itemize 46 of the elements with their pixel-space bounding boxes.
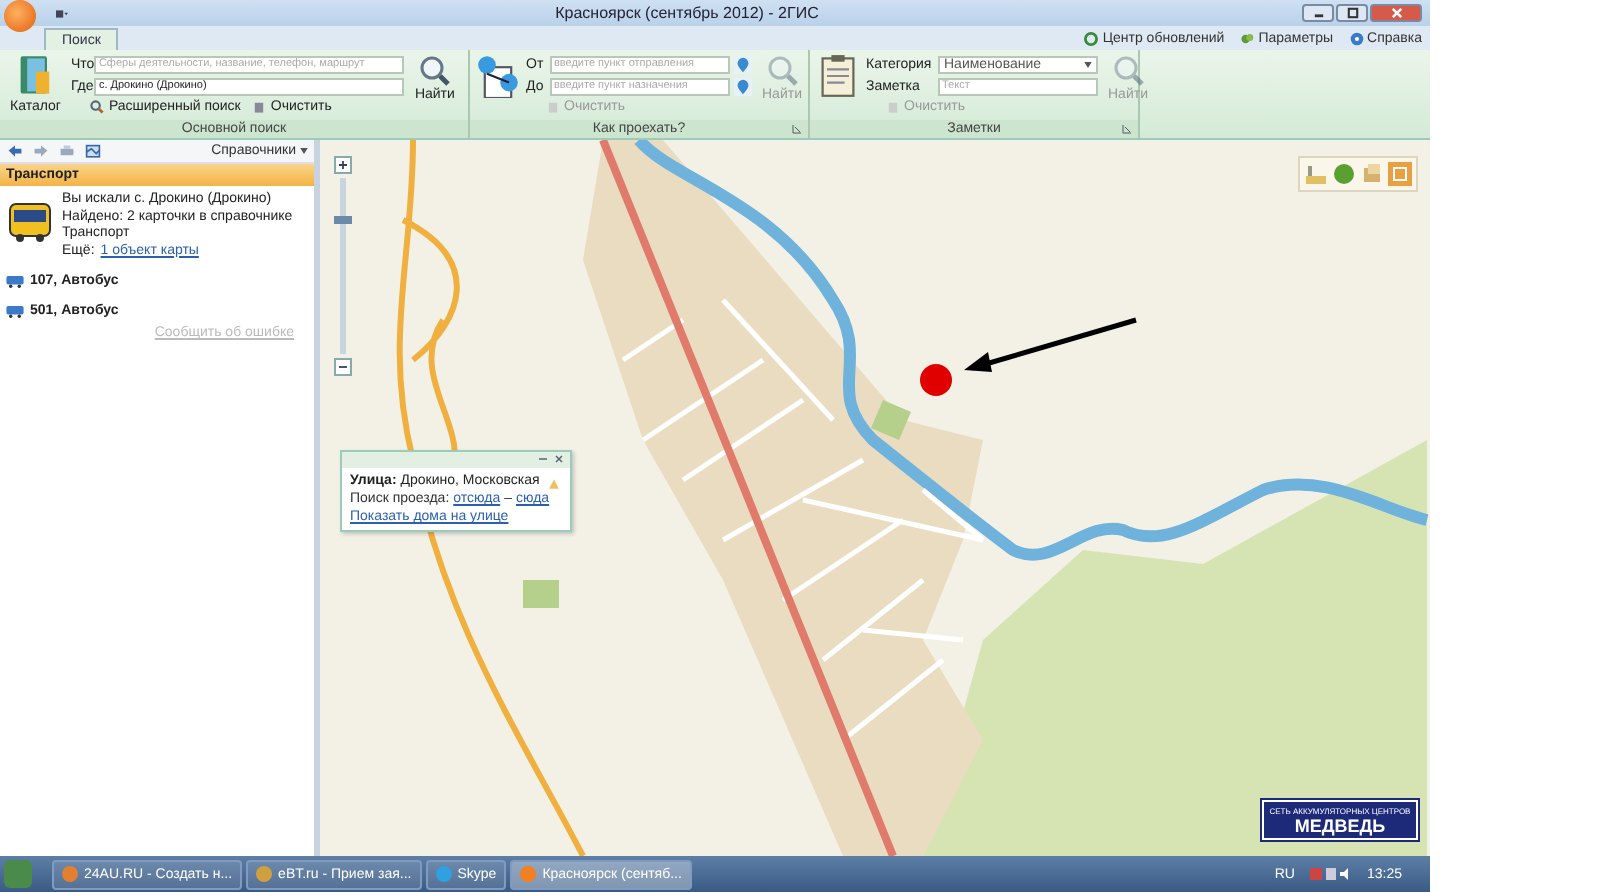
close-icon[interactable] — [554, 454, 564, 464]
banner-title: МЕДВЕДЬ — [1294, 815, 1386, 835]
search-icon — [1111, 54, 1144, 86]
layers-icon[interactable] — [1360, 162, 1384, 186]
magnifier-icon — [90, 100, 105, 114]
notepad-icon — [816, 54, 860, 98]
expand-icon[interactable] — [1122, 124, 1132, 134]
minimize-button[interactable] — [1302, 4, 1334, 22]
maximize-icon — [1345, 6, 1359, 20]
caret-icon — [300, 148, 308, 154]
maximize-button[interactable] — [1336, 4, 1368, 22]
zoom-slider-thumb[interactable] — [334, 216, 352, 225]
caret-icon — [1084, 61, 1092, 67]
close-button[interactable] — [1370, 4, 1422, 22]
search-icon — [765, 54, 798, 86]
forward-arrow-icon[interactable] — [32, 143, 50, 159]
app-logo[interactable] — [4, 0, 36, 31]
app-icon — [256, 866, 273, 882]
zoom-slider-track[interactable] — [340, 178, 346, 354]
start-button[interactable] — [4, 860, 32, 888]
map-view-icon[interactable] — [84, 143, 102, 159]
bus-icon — [6, 305, 24, 317]
marker-blob — [916, 362, 956, 398]
window-title: Красноярск (сентябрь 2012) - 2ГИС — [553, 4, 821, 22]
bus-icon — [8, 200, 52, 244]
zoom-in-button[interactable] — [334, 156, 352, 174]
print-icon[interactable] — [58, 143, 76, 159]
map-pin-icon[interactable] — [734, 55, 752, 73]
app-icon — [435, 866, 452, 882]
zoom-out-button[interactable] — [334, 358, 352, 376]
expand-icon[interactable] — [792, 124, 802, 134]
back-arrow-icon[interactable] — [6, 143, 24, 159]
plus-icon — [338, 160, 348, 170]
map-pin-icon[interactable] — [734, 77, 752, 95]
tray-icons[interactable] — [1310, 866, 1351, 882]
minimize-icon[interactable] — [538, 454, 548, 464]
quick-access-icon[interactable] — [52, 7, 72, 19]
app-icon — [520, 866, 537, 882]
close-icon — [1389, 6, 1403, 20]
warning-triangle-icon — [548, 478, 560, 490]
search-icon — [418, 54, 451, 86]
grid-icon[interactable] — [1388, 162, 1412, 186]
route-icon — [476, 54, 520, 98]
app-icon — [62, 866, 78, 882]
minus-icon — [338, 362, 348, 372]
bus-icon — [6, 275, 24, 287]
